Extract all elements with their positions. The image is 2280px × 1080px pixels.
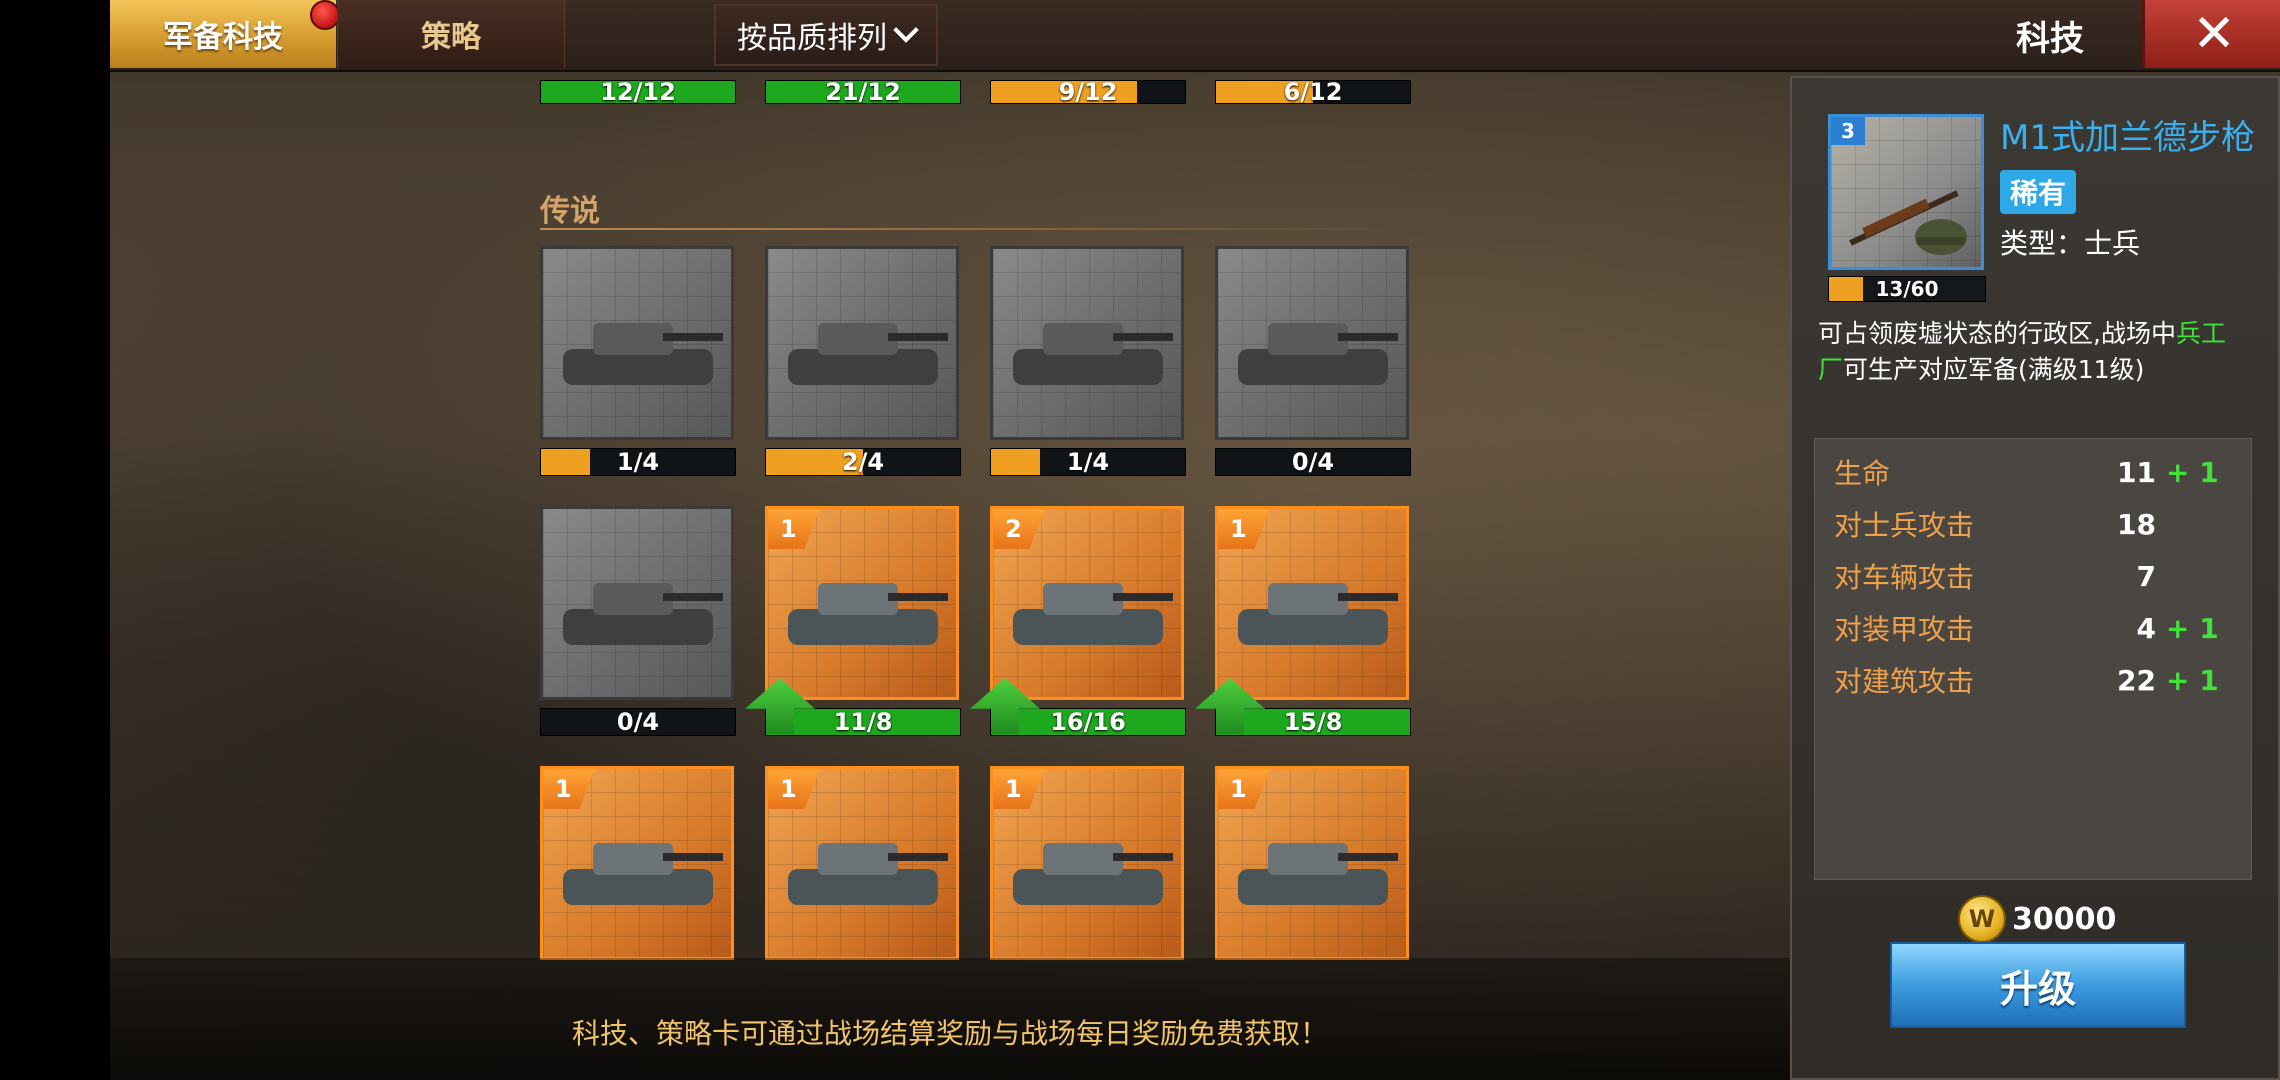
- tech-card[interactable]: [540, 506, 734, 700]
- stat-row: 对装甲攻击 4 + 1: [1834, 608, 2219, 648]
- progress-text: 16/16: [1050, 708, 1126, 736]
- unit-progress-text: 13/60: [1875, 277, 1939, 301]
- notification-dot-icon: [310, 0, 340, 30]
- card-progress-bar: 11/8: [765, 708, 961, 736]
- upgrade-cost: W 30000: [1958, 895, 2117, 943]
- card-progress-bar: 21/12: [765, 80, 961, 104]
- stat-value: 11: [2117, 455, 2156, 489]
- tech-card[interactable]: 1: [765, 506, 959, 700]
- page-title: 科技: [2016, 18, 2084, 59]
- tech-card[interactable]: 1: [1215, 766, 1409, 960]
- unit-type: 类型：士兵: [2000, 227, 2141, 260]
- king-tiger-tank-icon: [563, 569, 723, 659]
- tech-card[interactable]: 2: [990, 506, 1184, 700]
- stat-value: 7: [2136, 559, 2156, 593]
- battleship-icon: [1238, 829, 1398, 919]
- bomber-plane-icon: [563, 829, 723, 919]
- cost-value: 30000: [2012, 901, 2117, 937]
- tech-card[interactable]: 1: [1215, 506, 1409, 700]
- sort-label: 按品质排列: [737, 21, 887, 56]
- stat-label: 生命: [1834, 457, 1891, 490]
- stat-bonus: + 1: [2166, 611, 2219, 645]
- bottom-tip-text: 科技、策略卡可通过战场结算奖励与战场每日奖励免费获取！: [571, 1017, 1328, 1050]
- close-button[interactable]: ✕: [2142, 0, 2280, 68]
- tech-card[interactable]: 1: [540, 766, 734, 960]
- stat-label: 对装甲攻击: [1834, 613, 1975, 646]
- card-progress-bar: 1/4: [990, 448, 1186, 476]
- chevron-down-icon: [893, 17, 919, 43]
- card-progress-bar: 6/12: [1215, 80, 1411, 104]
- close-icon: ✕: [2192, 4, 2236, 64]
- unit-portrait: 3: [1828, 114, 1984, 270]
- unit-description: 可占领废墟状态的行政区,战场中兵工厂可生产对应军备(满级11级): [1818, 319, 2226, 384]
- tab-military-tech[interactable]: 军备科技: [110, 0, 336, 68]
- rocket-truck-icon: [1238, 569, 1398, 659]
- progress-text: 9/12: [1058, 80, 1118, 104]
- stat-bonus: + 1: [2166, 455, 2219, 489]
- unit-name: M1式加兰德步枪: [2000, 118, 2255, 158]
- stat-row: 对士兵攻击 18: [1834, 504, 2166, 544]
- jet-fighter-icon: [1013, 829, 1173, 919]
- card-progress-bar: 1/4: [540, 448, 736, 476]
- stat-label: 对士兵攻击: [1834, 509, 1975, 542]
- stat-value: 22: [2117, 663, 2156, 697]
- tiger-tank-icon: [1013, 309, 1173, 399]
- stat-value: 18: [2117, 507, 2156, 541]
- self-propelled-gun-icon: [788, 309, 948, 399]
- stat-label: 对车辆攻击: [1834, 561, 1975, 594]
- progress-text: 6/12: [1283, 80, 1343, 104]
- section-divider: [540, 228, 1410, 230]
- card-progress-bar: 2/4: [765, 448, 961, 476]
- tech-card[interactable]: [540, 246, 734, 440]
- stat-row: 生命 11 + 1: [1834, 452, 2219, 492]
- tech-card[interactable]: 1: [765, 766, 959, 960]
- progress-text: 2/4: [841, 448, 885, 476]
- stat-value: 4: [2136, 611, 2156, 645]
- stat-bonus: + 1: [2166, 663, 2219, 697]
- tab-strategy[interactable]: 策略: [337, 0, 565, 68]
- tech-card[interactable]: [1215, 246, 1409, 440]
- sort-by-quality-dropdown[interactable]: 按品质排列: [714, 4, 938, 66]
- progress-text: 1/4: [616, 448, 660, 476]
- stat-row: 对车辆攻击 7: [1834, 556, 2166, 596]
- card-progress-bar: 15/8: [1215, 708, 1411, 736]
- card-progress-bar: 0/4: [540, 708, 736, 736]
- tank-icon: [563, 309, 723, 399]
- stat-label: 对建筑攻击: [1834, 665, 1975, 698]
- progress-text: 12/12: [600, 80, 676, 104]
- card-progress-bar: 16/16: [990, 708, 1186, 736]
- progress-text: 11/8: [833, 708, 893, 736]
- progress-text: 0/4: [616, 708, 660, 736]
- artillery-tank-icon: [1013, 569, 1173, 659]
- progress-text: 0/4: [1291, 448, 1335, 476]
- card-progress-bar: 12/12: [540, 80, 736, 104]
- stat-row: 对建筑攻击 22 + 1: [1834, 660, 2219, 700]
- tank-destroyer-icon: [1238, 309, 1398, 399]
- rarity-badge: 稀有: [2000, 170, 2077, 214]
- card-progress-bar: 9/12: [990, 80, 1186, 104]
- section-legendary-label: 传说: [540, 194, 600, 229]
- maus-tank-icon: [788, 569, 948, 659]
- tech-card[interactable]: [990, 246, 1184, 440]
- tech-card[interactable]: [765, 246, 959, 440]
- coin-icon: W: [1958, 895, 2006, 943]
- progress-text: 21/12: [825, 80, 901, 104]
- progress-text: 1/4: [1066, 448, 1110, 476]
- green-bomber-icon: [788, 829, 948, 919]
- upgrade-button[interactable]: 升级: [1890, 942, 2186, 1028]
- progress-text: 15/8: [1283, 708, 1343, 736]
- unit-progress-bar: 13/60: [1828, 276, 1986, 302]
- tech-card[interactable]: 1: [990, 766, 1184, 960]
- rifle-helmet-icon: [1849, 190, 1967, 255]
- card-progress-bar: 0/4: [1215, 448, 1411, 476]
